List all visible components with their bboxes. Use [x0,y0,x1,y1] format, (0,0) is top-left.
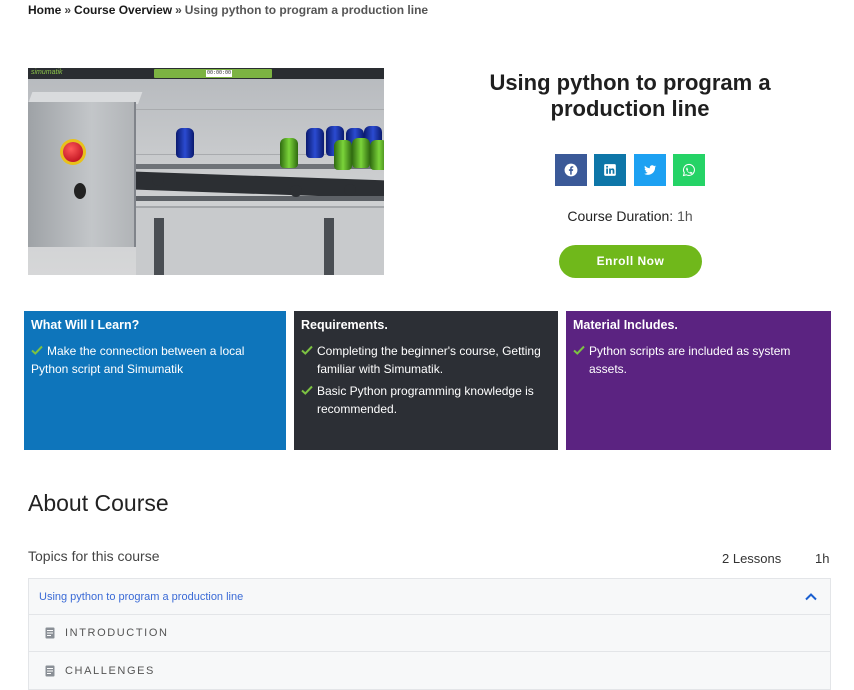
material-includes-heading: Material Includes. [573,318,678,332]
checkmark-icon [301,345,313,355]
conveyor-table [136,206,384,275]
table-leg [324,218,334,275]
breadcrumb: Home» Course Overview» Using python to pro… [28,3,428,17]
checkmark-icon [31,345,43,355]
simumatik-logo: simumatik [31,69,63,76]
learn-item-text: Make the connection between a local Pyth… [31,344,245,376]
requirements-heading: Requirements. [301,318,388,332]
lesson-title: INTRODUCTION [65,627,169,639]
blue-can-icon [306,128,324,158]
about-course-heading: About Course [28,490,169,516]
document-icon [45,627,55,639]
topic-header[interactable]: Using python to program a production lin… [29,579,830,615]
simulation-timer: 00:00:00 [206,70,232,77]
topic-title: Using python to program a production lin… [39,590,244,603]
breadcrumb-separator: » [175,3,182,17]
lesson-title: CHALLENGES [65,664,155,677]
green-can-icon [370,140,384,170]
linkedin-icon [604,164,616,176]
green-can-icon [280,138,298,168]
course-duration: Course Duration: 1h [430,208,830,224]
conveyor-roller [152,174,164,186]
enroll-now-button[interactable]: Enroll Now [559,245,702,278]
share-facebook-button[interactable] [555,154,587,186]
whatsapp-icon [682,163,695,177]
chevron-up-icon[interactable] [804,590,818,604]
requirement-item-text: Completing the beginner's course, Gettin… [317,344,541,376]
list-item: Make the connection between a local Pyth… [31,342,279,378]
green-can-icon [352,138,370,168]
share-linkedin-button[interactable] [594,154,626,186]
conveyor-roller [344,184,356,196]
course-duration-label: Course Duration: [567,208,674,224]
conveyor-roller [290,185,302,197]
breadcrumb-home-link[interactable]: Home [28,3,61,17]
what-will-i-learn-heading: What Will I Learn? [31,318,140,332]
course-duration-value: 1h [677,208,693,224]
share-whatsapp-button[interactable] [673,154,705,186]
blue-can-icon [176,128,194,158]
simulation-toolbar: simumatik 00:00:00 [28,68,384,79]
requirements-box: Requirements. Completing the beginner's … [294,311,558,450]
list-item: Basic Python programming knowledge is re… [301,382,551,418]
selector-knob-icon [74,183,86,199]
requirement-item-text: Basic Python programming knowledge is re… [317,384,534,416]
material-item-text: Python scripts are included as system as… [589,344,791,376]
breadcrumb-overview-link[interactable]: Course Overview [74,3,172,17]
conveyor-rail [136,196,384,201]
emergency-stop-button-icon [63,142,83,162]
what-will-i-learn-box: What Will I Learn? Make the connection b… [24,311,286,450]
material-includes-box: Material Includes. Python scripts are in… [566,311,831,450]
total-duration: 1h [815,551,830,566]
course-topics-accordion: Using python to program a production lin… [28,578,831,690]
checkmark-icon [301,385,313,395]
twitter-icon [644,165,657,175]
topics-label: Topics for this course [28,548,160,564]
document-icon [45,665,55,676]
lesson-item-introduction[interactable]: INTRODUCTION [29,615,830,652]
lesson-item-challenges[interactable]: CHALLENGES [29,652,830,689]
list-item: Python scripts are included as system as… [573,342,824,378]
breadcrumb-separator: » [64,3,72,17]
table-leg [154,218,164,275]
facebook-icon [564,163,578,177]
breadcrumb-current: Using python to program a production lin… [184,3,429,17]
list-item: Completing the beginner's course, Gettin… [301,342,551,378]
green-can-icon [334,140,352,170]
control-cabinet [28,102,136,247]
course-thumbnail: simumatik 00:00:00 [28,68,384,275]
lessons-count: 2 Lessons [722,551,782,566]
share-twitter-button[interactable] [634,154,666,186]
checkmark-icon [573,345,585,355]
course-title: Using python to program a production lin… [489,70,771,121]
